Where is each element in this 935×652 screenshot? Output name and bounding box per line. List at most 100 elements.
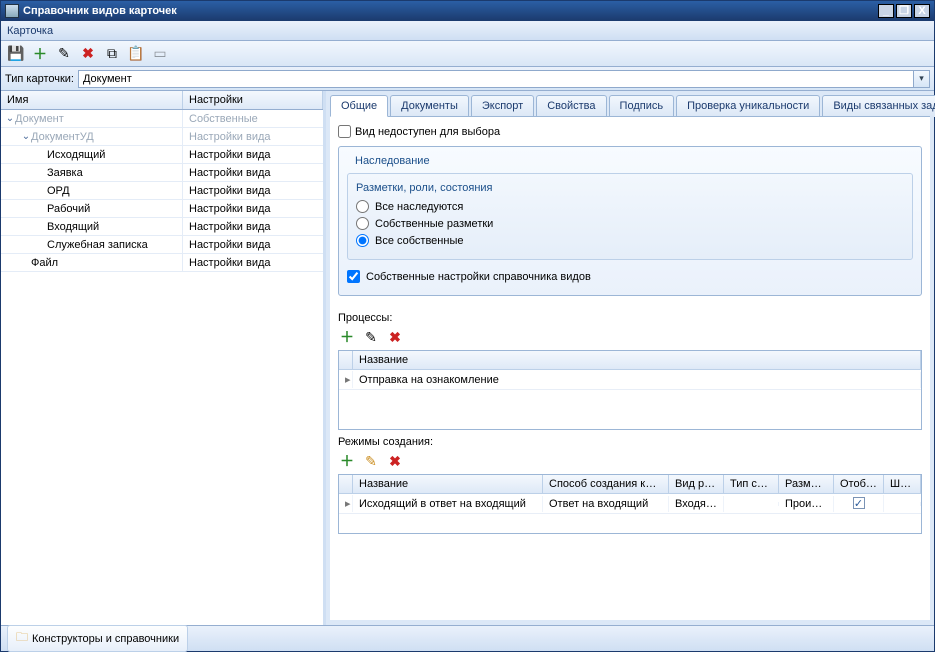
tab-5[interactable]: Проверка уникальности	[676, 95, 820, 117]
inheritance-fieldset: Наследование Разметки, роли, состояния В…	[338, 146, 922, 296]
tree-row[interactable]: Входящий Настройки вида	[1, 218, 323, 236]
layouts-title: Разметки, роли, состояния	[356, 182, 904, 194]
mode-col-name[interactable]: Название	[353, 475, 543, 493]
tree-item-name: Заявка	[47, 167, 83, 179]
window: Справочник видов карточек _ ❐ X Карточка…	[0, 0, 935, 652]
tree-row[interactable]: ОРД Настройки вида	[1, 182, 323, 200]
window-title: Справочник видов карточек	[23, 5, 177, 17]
statusbar: 🗀 Конструкторы и справочники	[1, 625, 934, 651]
tree-item-settings: Настройки вида	[183, 167, 323, 179]
mode-col-template[interactable]: Шабло	[884, 475, 921, 493]
edit-icon[interactable]: ✎	[55, 45, 73, 63]
tree-item-settings: Настройки вида	[183, 239, 323, 251]
tree-row[interactable]: Заявка Настройки вида	[1, 164, 323, 182]
modes-toolbar: ＋ ✎ ✖	[338, 452, 922, 470]
tree-item-name: Исходящий	[47, 149, 105, 161]
mode-edit-icon[interactable]: ✎	[362, 452, 380, 470]
tree-item-name: ОРД	[47, 185, 70, 197]
expander-icon[interactable]: ⌄	[21, 131, 31, 142]
tab-2[interactable]: Экспорт	[471, 95, 534, 117]
tree-item-name: ДокументУД	[31, 131, 94, 143]
tree-item-name: Файл	[31, 257, 58, 269]
tree-item-name: Документ	[15, 113, 64, 125]
mode-col-way[interactable]: Способ создания кар...	[543, 475, 669, 493]
app-icon	[5, 4, 19, 18]
save-icon[interactable]: 💾	[7, 45, 25, 63]
radio-all-inherit[interactable]	[356, 200, 369, 213]
tree-item-settings: Настройки вида	[183, 131, 323, 143]
constructors-button[interactable]: 🗀 Конструкторы и справочники	[7, 625, 188, 652]
row-indicator-icon: ▸	[339, 495, 353, 512]
tab-6[interactable]: Виды связанных заданий	[822, 95, 935, 117]
card-type-dropdown[interactable]: ▾	[914, 70, 930, 88]
tree-item-settings: Настройки вида	[183, 221, 323, 233]
tree-row[interactable]: Служебная запискаНастройки вида	[1, 236, 323, 254]
processes-toolbar: ＋ ✎ ✖	[338, 328, 922, 346]
tree[interactable]: ⌄ДокументСобственные⌄ДокументУДНастройки…	[1, 110, 323, 625]
proc-edit-icon[interactable]: ✎	[362, 328, 380, 346]
expander-icon[interactable]: ⌄	[5, 113, 15, 124]
proc-col-name[interactable]: Название	[353, 351, 921, 369]
modes-label: Режимы создания:	[338, 436, 922, 448]
tree-item-settings: Настройки вида	[183, 149, 323, 161]
tree-row[interactable]: ⌄ДокументУД Настройки вида	[1, 128, 323, 146]
add-icon[interactable]: ＋	[31, 45, 49, 63]
tab-0[interactable]: Общие	[330, 95, 388, 117]
body: Имя Настройки ⌄ДокументСобственные⌄Докум…	[1, 91, 934, 625]
mode-col-reftype[interactable]: Тип ссы...	[724, 475, 779, 493]
unavailable-checkbox[interactable]	[338, 125, 351, 138]
copy-icon[interactable]: ⧉	[103, 45, 121, 63]
layouts-box: Разметки, роли, состояния Все наследуютс…	[347, 173, 913, 260]
close-button[interactable]: X	[914, 4, 930, 18]
tree-item-settings: Собственные	[183, 113, 323, 125]
tab-3[interactable]: Свойства	[536, 95, 606, 117]
mode-row[interactable]: ▸ Исходящий в ответ на входящий Ответ на…	[339, 494, 921, 514]
own-dir-settings-checkbox[interactable]	[347, 270, 360, 283]
mode-col-placement[interactable]: Размещ...	[779, 475, 834, 493]
inheritance-title: Наследование	[351, 155, 434, 167]
proc-delete-icon[interactable]: ✖	[386, 328, 404, 346]
tree-row[interactable]: Файл Настройки вида	[1, 254, 323, 272]
card-type-input[interactable]	[78, 70, 914, 88]
tab-general: Вид недоступен для выбора Наследование Р…	[330, 116, 930, 620]
tab-4[interactable]: Подпись	[609, 95, 675, 117]
tree-item-name: Рабочий	[47, 203, 90, 215]
proc-row[interactable]: ▸ Отправка на ознакомление	[339, 370, 921, 390]
tree-item-settings: Настройки вида	[183, 203, 323, 215]
paste-icon[interactable]: 📋	[127, 45, 145, 63]
minimize-button[interactable]: _	[878, 4, 894, 18]
mode-col-display[interactable]: Отобра...	[834, 475, 884, 493]
menu-card[interactable]: Карточка	[7, 25, 53, 37]
mode-delete-icon[interactable]: ✖	[386, 452, 404, 470]
folder-icon: 🗀	[16, 628, 28, 649]
right-panel: ОбщиеДокументыЭкспортСвойстваПодписьПров…	[326, 91, 934, 625]
radio-all-own[interactable]	[356, 234, 369, 247]
col-name-header[interactable]: Имя	[1, 91, 183, 109]
filter-row: Тип карточки: ▾	[1, 67, 934, 91]
mode-add-icon[interactable]: ＋	[338, 452, 356, 470]
radio-own-layouts[interactable]	[356, 217, 369, 230]
toolbar: 💾 ＋ ✎ ✖ ⧉ 📋 ▭	[1, 41, 934, 67]
tree-item-settings: Настройки вида	[183, 257, 323, 269]
tabs: ОбщиеДокументыЭкспортСвойстваПодписьПров…	[326, 91, 934, 117]
delete-icon[interactable]: ✖	[79, 45, 97, 63]
filter-label: Тип карточки:	[5, 73, 74, 85]
row-indicator-icon: ▸	[339, 371, 353, 388]
tree-item-settings: Настройки вида	[183, 185, 323, 197]
maximize-button[interactable]: ❐	[896, 4, 912, 18]
processes-grid[interactable]: Название ▸ Отправка на ознакомление	[338, 350, 922, 430]
disabled-icon: ▭	[151, 45, 169, 63]
tree-row[interactable]: ⌄Документ Собственные	[1, 110, 323, 128]
unavailable-label: Вид недоступен для выбора	[355, 126, 500, 138]
mode-col-parent[interactable]: Вид ро...	[669, 475, 724, 493]
processes-label: Процессы:	[338, 312, 922, 324]
tree-row[interactable]: Рабочий Настройки вида	[1, 200, 323, 218]
tree-row[interactable]: Исходящий Настройки вида	[1, 146, 323, 164]
proc-add-icon[interactable]: ＋	[338, 328, 356, 346]
titlebar: Справочник видов карточек _ ❐ X	[1, 1, 934, 21]
col-settings-header[interactable]: Настройки	[183, 91, 323, 109]
modes-grid[interactable]: Название Способ создания кар... Вид ро..…	[338, 474, 922, 534]
tab-1[interactable]: Документы	[390, 95, 469, 117]
display-checkbox[interactable]: ✓	[853, 497, 865, 509]
tree-item-name: Входящий	[47, 221, 99, 233]
